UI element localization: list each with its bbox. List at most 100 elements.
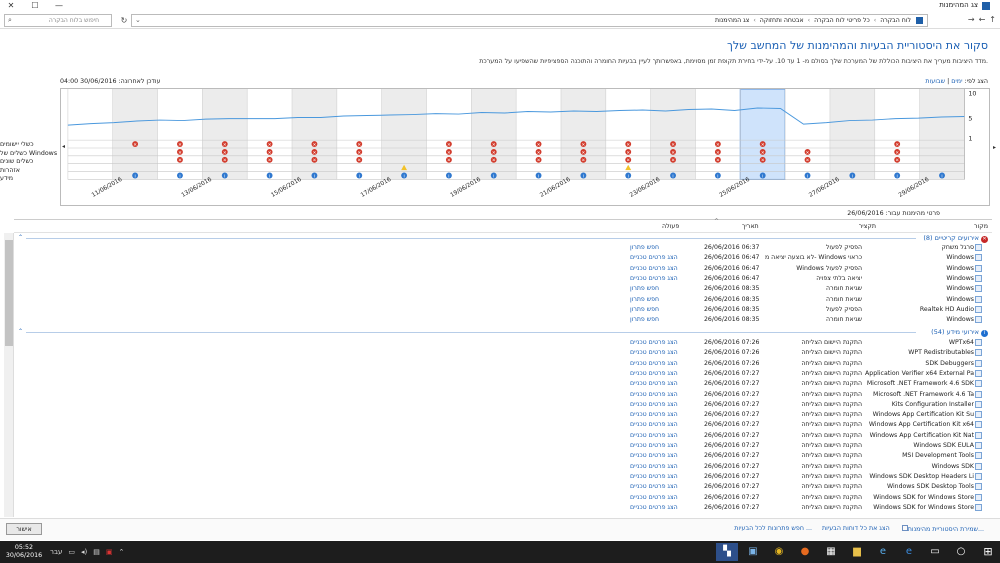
info-group[interactable]: אירועי מידע (54) i xyxy=(931,328,990,337)
row-action-link[interactable]: הצג פרטים טכניים xyxy=(630,504,678,511)
search-taskbar-icon[interactable]: ○ xyxy=(950,543,972,561)
table-row[interactable]: Windows SDK Desktop Headers Li התקנת הייש… xyxy=(14,472,992,482)
row-action-link[interactable]: חפש פתרון xyxy=(630,296,659,303)
search-input[interactable]: ⌕ חיפוש בלוח הבקרה xyxy=(4,14,112,27)
crumb-security[interactable]: אבטחה ותחזוקה xyxy=(760,17,804,24)
row-action-link[interactable]: הצג פרטים טכניים xyxy=(630,275,678,282)
row-action-link[interactable]: חפש פתרון xyxy=(630,285,659,292)
table-row[interactable]: Application Verifier x64 External Pa התקנ… xyxy=(14,369,992,379)
ie-icon[interactable]: e xyxy=(872,543,894,561)
store-icon[interactable]: ▦ xyxy=(820,543,842,561)
table-row[interactable]: Windows App Certification Kit Su התקנת הי… xyxy=(14,410,992,420)
row-action-link[interactable]: הצג פרטים טכניים xyxy=(630,421,678,428)
table-row[interactable]: Realtek HD Audio הפסיק לפעול 26/06/2016 08… xyxy=(14,305,992,315)
language-indicator[interactable]: עבר xyxy=(50,548,62,556)
row-action-link[interactable]: הצג פרטים טכניים xyxy=(630,452,678,459)
row-action-link[interactable]: הצג פרטים טכניים xyxy=(630,411,678,418)
table-row[interactable]: Windows לא בוצעה יציאה מ- Windows כראוי 26… xyxy=(14,253,992,263)
row-action-link[interactable]: הצג פרטים טכניים xyxy=(630,380,678,387)
view-weeks-link[interactable]: שבועות xyxy=(925,78,945,85)
security-icon[interactable]: ▣ xyxy=(106,548,113,556)
table-row[interactable]: סרגל משחק הפסיק לפעול 26/06/2016 06:37 חפש … xyxy=(14,243,992,253)
chrome-icon[interactable]: ◉ xyxy=(768,543,790,561)
table-row[interactable]: Windows SDK for Windows Store התקנת היישו… xyxy=(14,493,992,503)
breadcrumb[interactable]: ⌄ לוח הבקרה ‹ כל פריטי לוח הבקרה ‹ אבטחה… xyxy=(131,14,928,27)
up-button[interactable]: ↑ xyxy=(989,15,996,24)
reliability-chart[interactable]: 10 5 1 ✕ ✕ ✕ ✕ ✕ ✕ ✕ ✕ ✕ ✕ ✕ ✕ ✕ ✕ ✕ ✕ ✕ ✕ ✕ ✕ ✕ ✕ ✕ ✕ ✕ ✕ ✕ ✕ ✕ ✕ ✕ ✕ ✕ ✕ ✕ ✕… xyxy=(60,88,990,206)
folder-icon[interactable]: ▆ xyxy=(846,543,868,561)
table-row[interactable]: Windows שגיאת חומרה 26/06/2016 08:35 חפש פת… xyxy=(14,315,992,325)
col-action[interactable]: פעולה xyxy=(662,223,679,230)
table-row[interactable]: Kits Configuration Installer התקנת היישום… xyxy=(14,400,992,410)
app-task-icon[interactable]: ▚ xyxy=(716,543,738,561)
row-action-link[interactable]: הצג פרטים טכניים xyxy=(630,432,678,439)
ok-button[interactable]: אישור xyxy=(6,523,42,535)
table-row[interactable]: Microsoft .NET Framework 4.6 SDK התקנת הי… xyxy=(14,379,992,389)
firefox-icon[interactable]: ● xyxy=(794,543,816,561)
check-solutions-link[interactable]: חפש פתרונות לכל הבעיות ... xyxy=(734,525,812,533)
table-row[interactable]: MSI Development Tools התקנת היישום הצליחה… xyxy=(14,451,992,461)
table-row[interactable]: Windows שגיאת חומרה 26/06/2016 08:35 חפש פת… xyxy=(14,284,992,294)
chart-scroll-left[interactable]: ◂ xyxy=(62,143,65,150)
collapse-critical-button[interactable]: ⌃ xyxy=(18,234,23,241)
row-action-link[interactable]: הצג פרטים טכניים xyxy=(630,265,678,272)
start-button[interactable]: ⊞ xyxy=(980,545,996,559)
row-action-link[interactable]: הצג פרטים טכניים xyxy=(630,349,678,356)
critical-group[interactable]: אירועים קריטיים (8) ✕ xyxy=(923,234,990,243)
volume-icon[interactable]: ◂) xyxy=(81,548,87,556)
view-days-link[interactable]: ימים xyxy=(951,78,962,85)
crumb-reliability[interactable]: צג המהימנות xyxy=(715,17,749,24)
table-row[interactable]: Windows SDK התקנת היישום הצליחה 26/06/2016… xyxy=(14,462,992,472)
task-view-icon[interactable]: ▭ xyxy=(924,543,946,561)
row-action-link[interactable]: הצג פרטים טכניים xyxy=(630,370,678,377)
row-action-link[interactable]: הצג פרטים טכניים xyxy=(630,483,678,490)
chart-scroll-right[interactable]: ▸ xyxy=(993,144,996,151)
col-date[interactable]: תאריך xyxy=(742,223,759,230)
forward-button[interactable]: ← xyxy=(979,15,986,24)
back-button[interactable]: → xyxy=(968,15,975,24)
row-action-link[interactable]: חפש פתרון xyxy=(630,244,659,251)
crumb-control-panel[interactable]: לוח הבקרה xyxy=(880,17,911,24)
table-row[interactable]: Windows Windows הפסיק לפעול 26/06/2016 06:… xyxy=(14,264,992,274)
row-action-link[interactable]: הצג פרטים טכניים xyxy=(630,463,678,470)
row-action-link[interactable]: הצג פרטים טכניים xyxy=(630,473,678,480)
collapse-info-button[interactable]: ⌃ xyxy=(18,328,23,335)
table-row[interactable]: WPT Redistributables התקנת היישום הצליחה 2… xyxy=(14,348,992,358)
table-row[interactable]: Windows App Certification Kit Nat התקנת ה… xyxy=(14,431,992,441)
table-row[interactable]: WPTx64 התקנת היישום הצליחה 26/06/2016 07:2… xyxy=(14,338,992,348)
refresh-button[interactable]: ↻ xyxy=(118,14,130,27)
view-all-reports-link[interactable]: הצג את כל דוחות הבעיות xyxy=(822,525,890,533)
row-action-link[interactable]: הצג פרטים טכניים xyxy=(630,401,678,408)
close-button[interactable]: ✕ xyxy=(0,0,22,12)
table-row[interactable]: SDK Debuggers התקנת היישום הצליחה 26/06/20… xyxy=(14,359,992,369)
chevron-down-icon[interactable]: ⌄ xyxy=(135,16,141,24)
row-action-link[interactable]: הצג פרטים טכניים xyxy=(630,360,678,367)
table-row[interactable]: Microsoft .NET Framework 4.6 Ta התקנת היי… xyxy=(14,390,992,400)
scroll-thumb[interactable] xyxy=(5,240,13,346)
col-summary[interactable]: תקציר xyxy=(859,223,876,230)
row-action-link[interactable]: חפש פתרון xyxy=(630,316,659,323)
row-action-link[interactable]: הצג פרטים טכניים xyxy=(630,391,678,398)
row-action-link[interactable]: הצג פרטים טכניים xyxy=(630,494,678,501)
edge-icon[interactable]: e xyxy=(898,543,920,561)
table-row[interactable]: Windows App Certification Kit x64 התקנת ה… xyxy=(14,420,992,430)
crumb-all-items[interactable]: כל פריטי לוח הבקרה xyxy=(814,17,870,24)
row-action-link[interactable]: הצג פרטים טכניים xyxy=(630,339,678,346)
maximize-button[interactable]: ☐ xyxy=(24,0,46,12)
table-row[interactable]: Windows SDK EULA התקנת היישום הצליחה 26/06… xyxy=(14,441,992,451)
control-panel-task-icon[interactable]: ▣ xyxy=(742,543,764,561)
chart-column[interactable] xyxy=(739,89,786,180)
row-action-link[interactable]: הצג פרטים טכניים xyxy=(630,254,678,261)
table-row[interactable]: Windows שגיאת חומרה 26/06/2016 08:35 חפש פת… xyxy=(14,295,992,305)
table-row[interactable]: Windows SDK Desktop Tools התקנת היישום הצ… xyxy=(14,482,992,492)
row-action-link[interactable]: חפש פתרון xyxy=(630,306,659,313)
clock[interactable]: 05:52 30/06/2016 xyxy=(4,544,44,560)
tray-expand-icon[interactable]: ⌃ xyxy=(119,548,125,556)
col-source[interactable]: מקור xyxy=(974,223,988,230)
table-row[interactable]: Windows SDK for Windows Store התקנת היישו… xyxy=(14,503,992,513)
save-history-link[interactable]: שמירת היסטוריית מהימנות... xyxy=(900,525,984,533)
row-action-link[interactable]: הצג פרטים טכניים xyxy=(630,442,678,449)
table-row[interactable]: Windows יציאה בלתי צפויה 26/06/2016 06:47 ה… xyxy=(14,274,992,284)
minimize-button[interactable]: — xyxy=(48,0,70,12)
notification-icon[interactable]: ▭ xyxy=(68,548,75,556)
